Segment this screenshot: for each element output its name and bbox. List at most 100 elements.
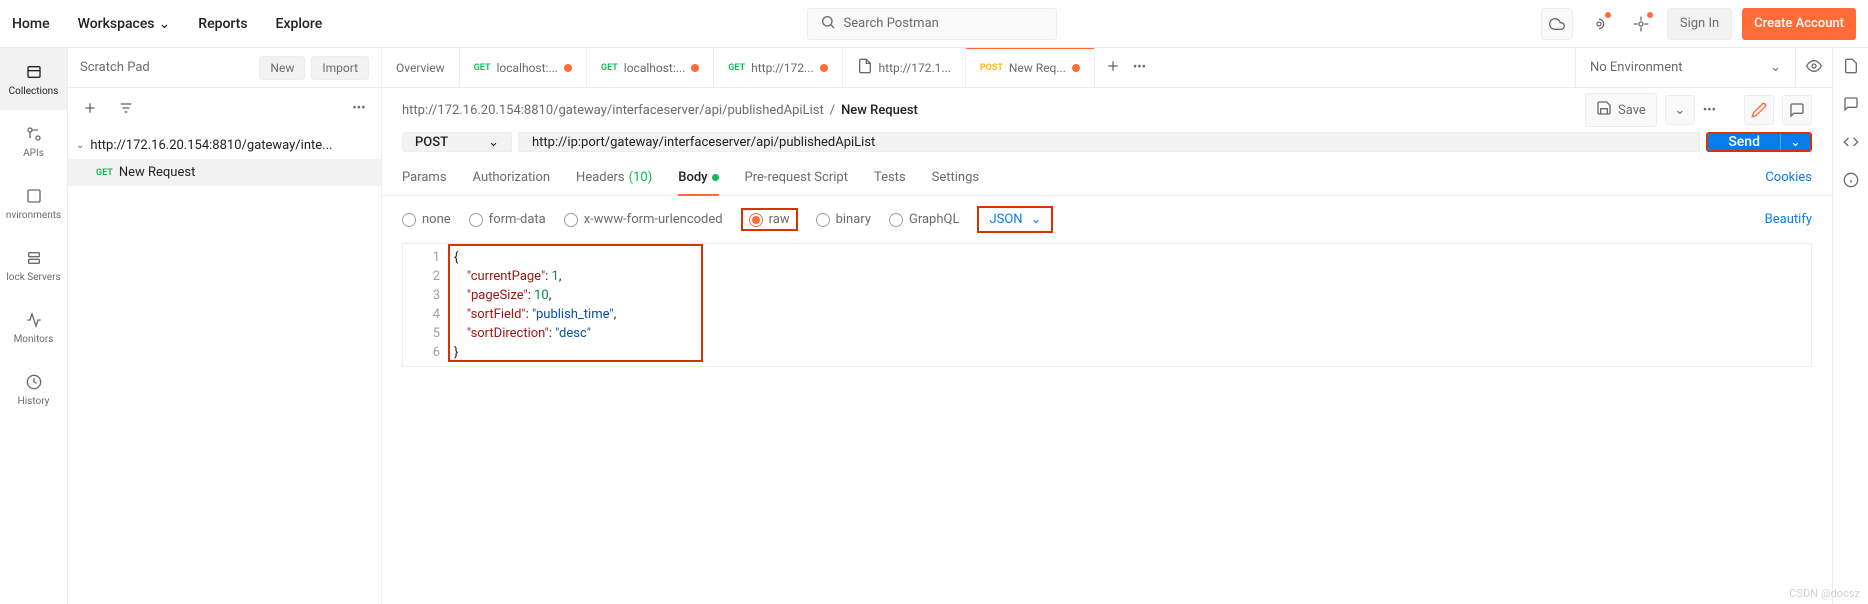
sidebar: Scratch Pad New Import ••• ⌄ http://172.… — [68, 48, 382, 604]
filter-icon[interactable] — [112, 94, 140, 122]
sign-in-button[interactable]: Sign In — [1667, 8, 1732, 40]
tab-settings[interactable]: Settings — [932, 160, 979, 195]
tab-request[interactable]: GEThttp://172... — [714, 48, 842, 87]
chevron-down-icon: ⌄ — [488, 135, 499, 150]
code-icon[interactable] — [1843, 134, 1859, 154]
url-text: http://ip:port/gateway/interfaceserver/a… — [532, 135, 875, 150]
environment-selector[interactable]: No Environment ⌄ — [1575, 48, 1795, 87]
headers-count: (10) — [629, 170, 653, 185]
tab-label: Body — [678, 170, 707, 185]
tab-overview[interactable]: Overview — [382, 48, 460, 87]
body-urlencoded[interactable]: x-www-form-urlencoded — [564, 212, 723, 227]
body-editor[interactable]: 123456 { "currentPage": 1, "pageSize": 1… — [402, 243, 1812, 367]
unsaved-dot — [820, 64, 828, 72]
cookies-link[interactable]: Cookies — [1765, 170, 1812, 185]
save-icon — [1596, 100, 1612, 120]
send-dropdown[interactable]: ⌄ — [1780, 134, 1810, 150]
tab-prerequest[interactable]: Pre-request Script — [745, 160, 848, 195]
nav-home[interactable]: Home — [12, 16, 50, 32]
tree-collection[interactable]: ⌄ http://172.16.20.154:8810/gateway/inte… — [68, 132, 381, 159]
create-account-button[interactable]: Create Account — [1742, 8, 1856, 40]
radio-icon — [816, 213, 830, 227]
method-badge: GET — [601, 63, 618, 73]
tab-label: localhost:... — [624, 61, 685, 75]
method-badge: GET — [474, 63, 491, 73]
tab-headers[interactable]: Headers (10) — [576, 160, 652, 195]
rail-label: History — [18, 396, 50, 407]
tab-tests[interactable]: Tests — [874, 160, 906, 195]
body-format-selector[interactable]: JSON⌄ — [977, 206, 1053, 233]
body-binary[interactable]: binary — [816, 212, 871, 227]
tab-request[interactable]: GET localhost:... — [587, 48, 714, 87]
method-badge: GET — [96, 168, 113, 178]
search-icon — [820, 14, 836, 34]
tab-request-active[interactable]: POSTNew Req... — [966, 48, 1095, 87]
rail-collections[interactable]: Collections — [0, 48, 67, 110]
new-button[interactable]: New — [259, 56, 305, 80]
tab-label: http://172... — [751, 61, 813, 75]
url-input[interactable]: http://ip:port/gateway/interfaceserver/a… — [518, 132, 1700, 152]
sidebar-title: Scratch Pad — [80, 60, 150, 75]
line-gutter: 123456 — [403, 244, 448, 366]
send-button[interactable]: Send — [1708, 134, 1780, 150]
body-graphql[interactable]: GraphQL — [889, 212, 959, 227]
body-indicator-dot — [712, 174, 719, 181]
docs-icon[interactable] — [1843, 58, 1859, 78]
save-dropdown[interactable]: ⌄ — [1665, 95, 1695, 125]
nav-reports[interactable]: Reports — [198, 16, 247, 32]
rail-label: APIs — [23, 148, 44, 159]
nav-workspaces[interactable]: Workspaces⌄ — [78, 16, 171, 32]
rail-apis[interactable]: APIs — [0, 110, 67, 172]
monitors-icon — [24, 310, 44, 330]
satellite-icon[interactable] — [1583, 8, 1615, 40]
top-nav: Home Workspaces⌄ Reports Explore Search … — [0, 0, 1868, 48]
radio-icon — [469, 213, 483, 227]
new-tab-icon[interactable] — [1105, 58, 1121, 78]
method-label: POST — [415, 135, 448, 150]
tree-request[interactable]: GET New Request — [68, 159, 381, 186]
more-icon[interactable]: ••• — [345, 94, 373, 122]
rail-monitors[interactable]: Monitors — [0, 296, 67, 358]
rail-mock-servers[interactable]: lock Servers — [0, 234, 67, 296]
radio-icon — [564, 213, 578, 227]
rail-environments[interactable]: nvironments — [0, 172, 67, 234]
search-placeholder: Search Postman — [844, 16, 939, 31]
tab-params[interactable]: Params — [402, 160, 447, 195]
tab-label: http://172.1... — [879, 61, 951, 75]
radio-label: GraphQL — [909, 212, 959, 227]
tab-file[interactable]: http://172.1... — [843, 48, 966, 87]
body-raw[interactable]: raw — [741, 208, 798, 231]
tab-body[interactable]: Body — [678, 160, 718, 195]
edit-icon[interactable] — [1744, 95, 1774, 125]
rail-history[interactable]: History — [0, 358, 67, 420]
comment-icon[interactable] — [1782, 95, 1812, 125]
cloud-sync-icon[interactable] — [1541, 8, 1573, 40]
tabs-bar: Overview GETlocalhost:... GETlocalhost:.… — [382, 48, 1832, 88]
import-button[interactable]: Import — [311, 56, 369, 80]
eye-icon[interactable] — [1806, 58, 1822, 78]
comments-icon[interactable] — [1843, 96, 1859, 116]
nav-workspaces-label: Workspaces — [78, 16, 155, 32]
beautify-button[interactable]: Beautify — [1765, 212, 1812, 227]
global-search[interactable]: Search Postman — [807, 8, 1057, 40]
breadcrumb-sep: / — [830, 103, 835, 118]
mock-servers-icon — [24, 248, 44, 268]
info-icon[interactable] — [1843, 172, 1859, 192]
add-icon[interactable] — [76, 94, 104, 122]
radio-label: raw — [769, 212, 790, 227]
breadcrumb-path[interactable]: http://172.16.20.154:8810/gateway/interf… — [402, 103, 824, 118]
method-selector[interactable]: POST ⌄ — [402, 132, 512, 152]
tab-request[interactable]: GETlocalhost:... — [460, 48, 587, 87]
nav-explore[interactable]: Explore — [276, 16, 323, 32]
body-form-data[interactable]: form-data — [469, 212, 546, 227]
more-icon[interactable]: ••• — [1703, 103, 1716, 118]
settings-icon[interactable] — [1625, 8, 1657, 40]
save-button[interactable]: Save — [1585, 93, 1657, 127]
unsaved-dot — [1072, 64, 1080, 72]
format-label: JSON — [989, 212, 1022, 227]
more-icon[interactable]: ••• — [1133, 60, 1146, 75]
tab-authorization[interactable]: Authorization — [473, 160, 551, 195]
code-area[interactable]: { "currentPage": 1, "pageSize": 10, "sor… — [448, 244, 1811, 366]
body-none[interactable]: none — [402, 212, 451, 227]
radio-icon — [402, 213, 416, 227]
